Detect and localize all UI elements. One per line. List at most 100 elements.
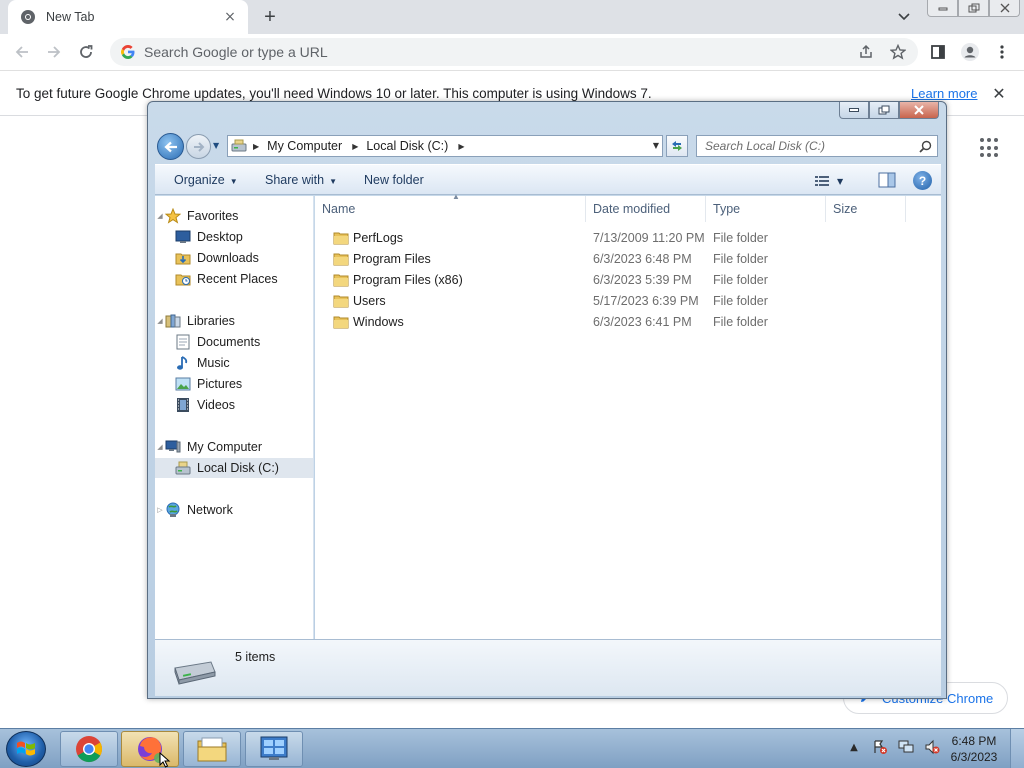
- nav-item-my-computer[interactable]: ◢ My Computer: [155, 437, 313, 457]
- expander-icon[interactable]: ◢: [155, 443, 165, 451]
- explorer-forward-arrow-icon[interactable]: [186, 134, 211, 159]
- expander-icon[interactable]: ▷: [155, 506, 165, 514]
- file-row[interactable]: PerfLogs 7/13/2009 11:20 PM File folder: [315, 228, 941, 249]
- explorer-address-bar[interactable]: ▶ My Computer ▶ Local Disk (C:) ▶ ▼: [227, 135, 663, 157]
- show-hidden-icons-icon[interactable]: ▲: [846, 739, 862, 755]
- infobar-close-icon[interactable]: ✕: [990, 84, 1008, 103]
- taskbar-control-panel[interactable]: [245, 731, 303, 767]
- tab-close-icon[interactable]: ×: [222, 9, 238, 25]
- omnibox[interactable]: Search Google or type a URL: [110, 38, 918, 66]
- new-tab-button[interactable]: +: [258, 5, 282, 29]
- chrome-icon: [76, 736, 103, 763]
- nav-item-network[interactable]: ▷ Network: [155, 500, 313, 520]
- organize-button[interactable]: Organize ▼: [174, 173, 238, 187]
- file-row[interactable]: Program Files (x86) 6/3/2023 5:39 PM Fil…: [315, 270, 941, 291]
- share-with-button[interactable]: Share with ▼: [265, 173, 337, 187]
- nav-item-libraries[interactable]: ◢ Libraries: [155, 311, 313, 331]
- forward-arrow-icon[interactable]: [42, 41, 66, 63]
- folder-icon: [333, 274, 349, 287]
- volume-muted-icon[interactable]: [924, 739, 940, 755]
- address-history-chevron-icon[interactable]: ▼: [653, 141, 659, 150]
- view-chevron-icon: ▼: [837, 176, 844, 186]
- breadcrumb-chevron-icon[interactable]: ▶: [458, 142, 464, 151]
- recent-pages-chevron-icon[interactable]: ▼: [213, 141, 223, 151]
- explorer-minimize-icon[interactable]: [839, 102, 869, 119]
- start-button[interactable]: [6, 731, 46, 767]
- new-folder-button[interactable]: New folder: [364, 173, 424, 187]
- tab-new-tab[interactable]: New Tab ×: [8, 0, 248, 34]
- file-date: 6/3/2023 5:39 PM: [593, 273, 692, 287]
- chrome-logo-icon: [20, 9, 36, 25]
- computer-icon: [165, 439, 181, 455]
- bookmark-star-icon[interactable]: [886, 40, 910, 64]
- libraries-icon: [165, 313, 181, 329]
- restore-icon[interactable]: [958, 0, 989, 17]
- help-icon[interactable]: ?: [913, 171, 932, 190]
- nav-item-local-disk[interactable]: Local Disk (C:): [155, 458, 313, 478]
- breadcrumb-chevron-icon[interactable]: ▶: [253, 142, 259, 151]
- preview-pane-icon[interactable]: [878, 172, 896, 188]
- network-status-icon[interactable]: [898, 739, 914, 755]
- nav-item-downloads[interactable]: Downloads: [155, 248, 313, 268]
- videos-filmstrip-icon: [175, 397, 191, 413]
- back-arrow-icon[interactable]: [10, 41, 34, 63]
- explorer-details-pane: 5 items: [155, 639, 941, 696]
- downloads-folder-icon: [175, 250, 191, 266]
- folder-icon: [333, 295, 349, 308]
- local-disk-icon: [175, 460, 191, 476]
- side-panel-icon[interactable]: [926, 41, 950, 63]
- item-count: 5 items: [235, 650, 276, 664]
- show-desktop-button[interactable]: [1010, 729, 1024, 768]
- file-row[interactable]: Program Files 6/3/2023 6:48 PM File fold…: [315, 249, 941, 270]
- local-disk-large-icon: [174, 661, 216, 685]
- chrome-menu-icon[interactable]: [990, 41, 1014, 63]
- network-globe-icon: [165, 502, 181, 518]
- search-icon[interactable]: [916, 137, 934, 155]
- change-view-button[interactable]: ▼: [815, 172, 853, 190]
- file-row[interactable]: Users 5/17/2023 6:39 PM File folder: [315, 291, 941, 312]
- file-date: 6/3/2023 6:48 PM: [593, 252, 692, 266]
- nav-item-favorites[interactable]: ◢ Favorites: [155, 206, 313, 226]
- recent-places-icon: [175, 271, 191, 287]
- breadcrumb-local-disk[interactable]: Local Disk (C:): [366, 139, 448, 153]
- explorer-back-arrow-icon[interactable]: [157, 133, 184, 160]
- learn-more-link[interactable]: Learn more: [911, 86, 977, 101]
- minimize-icon[interactable]: [927, 0, 958, 17]
- nav-item-videos[interactable]: Videos: [155, 395, 313, 415]
- google-apps-icon[interactable]: [980, 138, 1000, 158]
- column-header-date[interactable]: Date modified: [586, 196, 706, 222]
- column-header-name[interactable]: Name ▲: [315, 192, 586, 222]
- nav-label: Recent Places: [197, 272, 278, 286]
- file-row[interactable]: Windows 6/3/2023 6:41 PM File folder: [315, 312, 941, 333]
- breadcrumb-my-computer[interactable]: My Computer: [267, 139, 342, 153]
- taskbar-clock[interactable]: 6:48 PM 6/3/2023: [945, 733, 1003, 765]
- tab-title: New Tab: [46, 10, 95, 24]
- close-icon[interactable]: [989, 0, 1020, 17]
- expander-icon[interactable]: ◢: [155, 212, 165, 220]
- expander-icon[interactable]: ◢: [155, 317, 165, 325]
- breadcrumb-chevron-icon[interactable]: ▶: [352, 142, 358, 151]
- profile-avatar-icon[interactable]: [958, 41, 982, 63]
- explorer-search-input[interactable]: Search Local Disk (C:): [696, 135, 938, 157]
- view-details-icon: [815, 176, 829, 186]
- nav-item-pictures[interactable]: Pictures: [155, 374, 313, 394]
- file-type: File folder: [713, 231, 768, 245]
- file-date: 6/3/2023 6:41 PM: [593, 315, 692, 329]
- file-date: 5/17/2023 6:39 PM: [593, 294, 699, 308]
- action-center-icon[interactable]: [872, 739, 888, 755]
- column-header-type[interactable]: Type: [706, 196, 826, 222]
- nav-item-music[interactable]: Music: [155, 353, 313, 373]
- explorer-close-icon[interactable]: [899, 102, 939, 119]
- column-header-size[interactable]: Size: [826, 196, 906, 222]
- file-type: File folder: [713, 252, 768, 266]
- nav-item-documents[interactable]: Documents: [155, 332, 313, 352]
- explorer-refresh-icon[interactable]: [666, 135, 688, 157]
- tab-search-chevron-icon[interactable]: [894, 8, 914, 26]
- taskbar-chrome[interactable]: [60, 731, 118, 767]
- nav-item-desktop[interactable]: Desktop: [155, 227, 313, 247]
- explorer-restore-icon[interactable]: [869, 102, 899, 119]
- reload-icon[interactable]: [74, 41, 98, 63]
- taskbar-explorer[interactable]: [183, 731, 241, 767]
- nav-item-recent-places[interactable]: Recent Places: [155, 269, 313, 289]
- share-icon[interactable]: [854, 40, 878, 64]
